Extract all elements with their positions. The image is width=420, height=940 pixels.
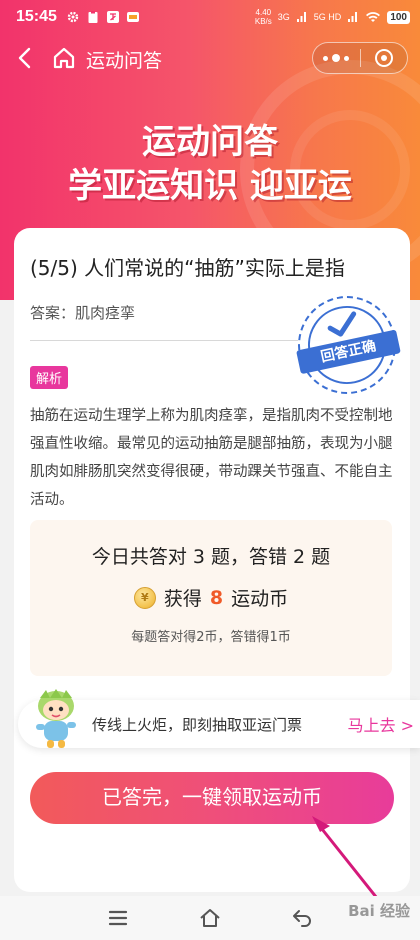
gear-icon: [67, 11, 79, 23]
home-icon[interactable]: [50, 44, 78, 72]
signal-3g: 3G: [277, 12, 290, 22]
explanation-tag: 解析: [30, 366, 69, 389]
reward-rule: 每题答对得2币，答错得1币: [131, 630, 291, 645]
clipboard-icon: [88, 11, 98, 23]
daily-stats-panel: 今日共答对 3 题，答错 2 题 ¥ 获得 8 运动币 每题答对得2币，答错得1币: [30, 520, 392, 676]
signal-bars-icon: [296, 12, 306, 22]
banner-title: 运动问答: [142, 122, 278, 162]
coins-earned: ¥ 获得 8 运动币: [30, 584, 392, 611]
status-bar: 15:45 4.40 KB/s 3G 5G HD 100: [0, 0, 420, 34]
app-badge-icon: [127, 12, 139, 22]
navigation-bar: 运动问答: [0, 36, 420, 80]
page-title: 运动问答: [86, 50, 163, 72]
signal-bars-icon-2: [348, 12, 358, 22]
go-now-link[interactable]: 马上去 >: [348, 712, 415, 736]
battery-indicator: 100: [387, 10, 410, 24]
network-speed-value: 4.40: [255, 8, 272, 17]
banner-subtitle: 学亚运知识 迎亚运: [68, 166, 352, 206]
earned-value: 8: [209, 586, 224, 609]
explanation-text: 抽筋在运动生理学上称为肌肉痉挛，是指肌肉不受控制地强直性收缩。最常见的运动抽筋是…: [30, 408, 393, 508]
wifi-icon: [366, 12, 381, 22]
back-arrow-icon[interactable]: [12, 44, 40, 72]
earned-suffix: 运动币: [231, 588, 289, 610]
close-miniprogram-button[interactable]: [360, 43, 407, 73]
daily-summary: 今日共答对 3 题，答错 2 题: [91, 546, 331, 568]
answer-text: 答案：肌肉痉挛: [30, 304, 136, 322]
home-nav-icon[interactable]: [198, 906, 222, 930]
back-nav-icon[interactable]: [290, 906, 314, 930]
more-dot: [323, 55, 329, 61]
miniprogram-capsule: [312, 42, 408, 74]
mascot-icon: [36, 689, 76, 748]
earned-prefix: 获得: [163, 588, 202, 610]
correct-answer-stamp: 回答正确: [288, 286, 406, 404]
status-time: 15:45: [16, 8, 57, 25]
claim-coins-button[interactable]: 已答完，一键领取运动币: [30, 772, 394, 824]
status-right-icons: 4.40 KB/s 3G 5G HD 100: [255, 8, 410, 26]
menu-icon[interactable]: [106, 906, 130, 930]
translate-icon: [107, 11, 119, 23]
more-options-button[interactable]: [313, 43, 360, 73]
signal-5g: 5G HD: [313, 12, 342, 22]
watermark: Bai 经验: [348, 902, 410, 920]
close-circle-icon: [374, 49, 393, 67]
more-dot: [332, 54, 341, 62]
coin-icon: ¥: [133, 586, 156, 609]
status-notification-icons: [66, 10, 140, 24]
question-text: (5/5) 人们常说的“抽筋”实际上是指: [30, 256, 345, 280]
torch-promo-text: 传线上火炬，即刻抽取亚运门票: [92, 716, 303, 734]
network-speed-unit: KB/s: [254, 17, 272, 26]
network-speed: 4.40 KB/s: [255, 8, 272, 26]
more-dot: [344, 55, 350, 61]
